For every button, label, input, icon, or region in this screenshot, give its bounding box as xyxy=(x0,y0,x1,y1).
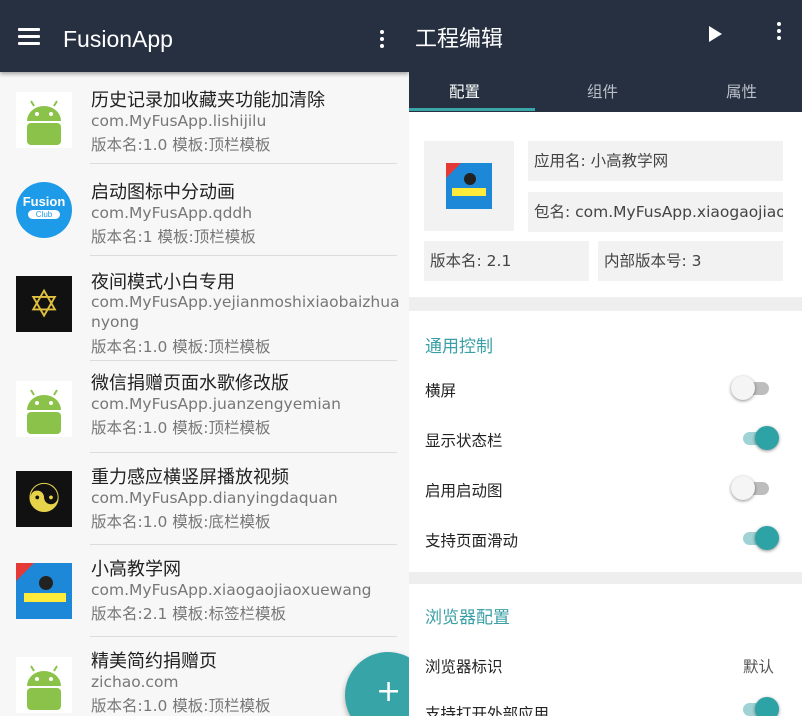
project-item[interactable]: ☯ 重力感应横竖屏播放视频 com.MyFusApp.dianyingdaqua… xyxy=(0,453,409,545)
editor-app-bar: 工程编辑 配置 组件 属性 xyxy=(409,0,802,112)
project-name: 启动图标中分动画 xyxy=(91,182,235,203)
app-bar: FusionApp xyxy=(0,0,409,72)
user-agent-label[interactable]: 浏览器标识 xyxy=(425,655,503,677)
project-meta: 版本名:1 模板:顶栏模板 xyxy=(91,228,256,246)
android-icon xyxy=(16,381,72,437)
external-app-label: 支持打开外部应用 xyxy=(425,705,550,716)
project-package: com.MyFusApp.lishijilu xyxy=(91,112,267,130)
project-name: 精美简约捐赠页 xyxy=(91,651,217,672)
plus-icon: + xyxy=(376,674,402,709)
project-meta: 版本名:2.1 模板:标签栏模板 xyxy=(91,605,287,623)
splash-label: 启用启动图 xyxy=(425,482,503,500)
project-item[interactable]: ✡ 夜间模式小白专用 com.MyFusApp.yejianmoshixiaob… xyxy=(0,256,409,361)
editor-title: 工程编辑 xyxy=(415,27,504,52)
fusion-club-subtext: Club xyxy=(28,210,60,219)
user-agent-value[interactable]: 默认 xyxy=(743,655,774,677)
tab-indicator xyxy=(409,108,535,111)
version-name-field[interactable]: 版本名: 2.1 xyxy=(424,241,589,281)
star-emblem-icon: ✡ xyxy=(16,276,72,332)
project-item[interactable]: 历史记录加收藏夹功能加清除 com.MyFusApp.lishijilu 版本名… xyxy=(0,72,409,164)
package-name-field[interactable]: 包名: com.MyFusApp.xiaogaojiaoxuewang xyxy=(528,192,783,232)
project-editor-screen: 工程编辑 配置 组件 属性 应用名: 小高教学网 包名: com.MyFusAp… xyxy=(409,0,802,716)
xiaogao-logo-icon xyxy=(446,163,492,209)
project-icon-picker[interactable] xyxy=(424,141,514,231)
android-icon xyxy=(16,92,72,148)
project-package: com.MyFusApp.dianyingdaquan xyxy=(91,489,338,507)
project-item[interactable]: 小高教学网 com.MyFusApp.xiaogaojiaoxuewang 版本… xyxy=(0,545,409,637)
general-control-card: 通用控制 横屏 显示状态栏 启用启动图 支持页面滑动 xyxy=(409,311,802,572)
project-name: 微信捐赠页面水歌修改版 xyxy=(91,373,289,394)
project-meta: 版本名:1.0 模板:顶栏模板 xyxy=(91,338,271,356)
project-package: com.MyFusApp.juanzengyemian xyxy=(91,395,341,413)
tab-properties[interactable]: 属性 xyxy=(726,80,757,102)
editor-more-options-icon[interactable] xyxy=(775,22,783,46)
project-meta: 版本名:1.0 模板:顶栏模板 xyxy=(91,419,271,437)
project-name: 历史记录加收藏夹功能加清除 xyxy=(91,90,325,111)
project-package: com.MyFusApp.xiaogaojiaoxuewang xyxy=(91,581,372,599)
project-item[interactable]: Fusion Club 启动图标中分动画 com.MyFusApp.qddh 版… xyxy=(0,164,409,256)
tab-config[interactable]: 配置 xyxy=(449,80,480,102)
external-app-toggle[interactable] xyxy=(741,696,779,716)
general-section-title: 通用控制 xyxy=(425,337,493,357)
config-card: 应用名: 小高教学网 包名: com.MyFusApp.xiaogaojiaox… xyxy=(409,112,802,297)
browser-config-card: 浏览器配置 浏览器标识 默认 支持打开外部应用 xyxy=(409,584,802,716)
project-list: 历史记录加收藏夹功能加清除 com.MyFusApp.lishijilu 版本名… xyxy=(0,72,409,716)
app-title: FusionApp xyxy=(63,26,173,52)
xiaogao-logo-icon xyxy=(16,563,72,619)
page-swipe-toggle[interactable] xyxy=(741,525,779,551)
status-bar-label: 显示状态栏 xyxy=(425,432,503,450)
project-name: 重力感应横竖屏播放视频 xyxy=(91,467,289,488)
fusion-club-icon: Fusion Club xyxy=(16,182,72,238)
play-icon[interactable] xyxy=(709,26,722,42)
version-code-field[interactable]: 内部版本号: 3 xyxy=(598,241,783,281)
page-swipe-label: 支持页面滑动 xyxy=(425,532,519,550)
menu-icon[interactable] xyxy=(18,28,42,48)
fusion-club-text: Fusion xyxy=(22,194,66,209)
project-meta: 版本名:1.0 模板:顶栏模板 xyxy=(91,697,271,715)
app-name-field[interactable]: 应用名: 小高教学网 xyxy=(528,141,783,181)
android-icon xyxy=(16,657,72,713)
project-name: 小高教学网 xyxy=(91,559,181,580)
project-meta: 版本名:1.0 模板:底栏模板 xyxy=(91,513,271,531)
project-meta: 版本名:1.0 模板:顶栏模板 xyxy=(91,136,271,154)
tab-components[interactable]: 组件 xyxy=(587,80,618,102)
project-name: 夜间模式小白专用 xyxy=(91,272,235,293)
bagua-icon: ☯ xyxy=(16,471,72,527)
browser-section-title: 浏览器配置 xyxy=(425,608,510,628)
landscape-toggle[interactable] xyxy=(731,375,773,401)
project-list-screen: FusionApp 历史记录加收藏夹功能加清除 com.MyFusApp.lis… xyxy=(0,0,409,716)
more-options-icon[interactable] xyxy=(378,30,386,54)
project-item[interactable]: 微信捐赠页面水歌修改版 com.MyFusApp.juanzengyemian … xyxy=(0,361,409,453)
status-bar-toggle[interactable] xyxy=(741,425,779,451)
landscape-label: 横屏 xyxy=(425,382,457,400)
splash-toggle[interactable] xyxy=(731,475,773,501)
project-package: com.MyFusApp.yejianmoshixiaobaizhuanyong xyxy=(91,293,400,331)
project-package: com.MyFusApp.qddh xyxy=(91,204,253,222)
